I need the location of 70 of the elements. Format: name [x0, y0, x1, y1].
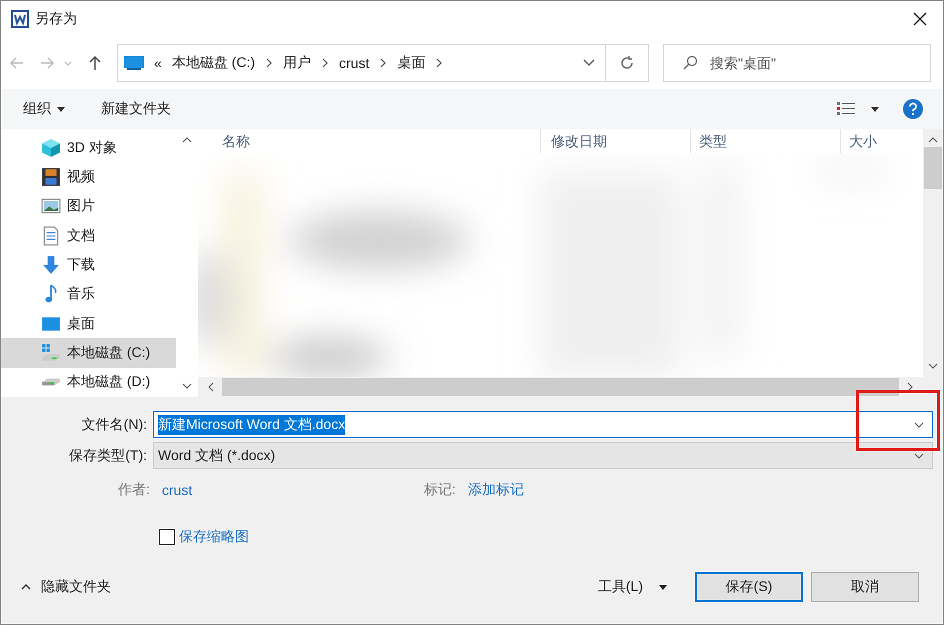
chevron-right-icon[interactable]	[321, 57, 330, 69]
up-arrow-icon[interactable]	[87, 55, 103, 71]
sidebar-item[interactable]: 下载	[1, 250, 176, 280]
document-icon	[41, 226, 61, 246]
scroll-up-icon[interactable]	[928, 137, 938, 143]
field-label: 作者:	[118, 481, 150, 499]
file-type-dropdown[interactable]: Word 文档 (*.docx)	[153, 442, 933, 469]
chevron-down-icon[interactable]	[583, 59, 595, 67]
field-label: 标记:	[424, 481, 456, 499]
window-title: 另存为	[35, 10, 78, 28]
sidebar-item[interactable]: 本地磁盘 (C:)	[1, 338, 176, 368]
scroll-down-icon[interactable]	[928, 363, 938, 369]
breadcrumb[interactable]: 桌面	[397, 54, 426, 72]
organize-menu-button[interactable]: 组织	[13, 96, 75, 122]
drive-icon	[41, 378, 61, 386]
hide-folders-button[interactable]: 隐藏文件夹	[15, 577, 117, 597]
drive-icon	[41, 342, 61, 363]
field-label: 文件名(N):	[80, 416, 148, 434]
scroll-up-icon[interactable]	[182, 137, 192, 143]
filename-field[interactable]: 新建Microsoft Word 文档.docx	[153, 411, 933, 438]
breadcrumb[interactable]: crust	[339, 55, 370, 71]
checkbox-label[interactable]: 保存缩略图	[179, 528, 249, 546]
sidebar-item[interactable]: 3D 对象	[1, 133, 176, 162]
search-icon	[682, 55, 698, 71]
sidebar-item[interactable]: 图片	[1, 192, 176, 221]
view-list-icon[interactable]	[837, 102, 855, 116]
caret-icon[interactable]	[871, 106, 879, 112]
cube-icon	[41, 138, 61, 158]
sidebar-item[interactable]: 音乐	[1, 280, 176, 309]
chevron-right-icon[interactable]	[379, 57, 388, 69]
tools-menu-button[interactable]: 工具(L)	[592, 577, 673, 597]
download-arrow-icon	[41, 254, 61, 275]
chevron-down-icon[interactable]	[914, 452, 924, 458]
sidebar-item[interactable]: 桌面	[1, 308, 176, 338]
scroll-thumb[interactable]	[924, 147, 942, 189]
monitor-icon	[124, 56, 144, 70]
scroll-left-icon[interactable]	[208, 382, 214, 392]
save-button[interactable]: 保存(S)	[695, 572, 803, 602]
chevron-down-icon[interactable]	[914, 422, 924, 428]
scroll-right-icon[interactable]	[907, 382, 913, 392]
cancel-button[interactable]: 取消	[811, 572, 919, 602]
search-field[interactable]: 搜索"桌面"	[663, 44, 931, 82]
search-input[interactable]: 搜索"桌面"	[708, 54, 930, 72]
sidebar-item[interactable]: 文档	[1, 220, 176, 250]
chevron-up-icon[interactable]	[21, 584, 31, 590]
new-folder-button[interactable]: 新建文件夹	[91, 96, 181, 122]
caret-icon[interactable]	[659, 584, 667, 590]
refresh-icon[interactable]	[619, 55, 635, 71]
horizontal-scrollbar[interactable]	[198, 377, 923, 397]
overflow-chevron[interactable]: «	[154, 55, 162, 71]
word-icon	[11, 10, 29, 28]
caret-icon[interactable]	[57, 106, 65, 112]
field-label: 保存类型(T):	[68, 446, 148, 464]
checkbox[interactable]	[159, 529, 175, 545]
breadcrumb[interactable]: 用户	[283, 54, 312, 72]
author-link[interactable]: crust	[162, 482, 362, 498]
scroll-thumb[interactable]	[222, 378, 899, 396]
scrollbar[interactable]	[923, 129, 943, 397]
close-icon[interactable]	[913, 12, 927, 26]
sidebar-item[interactable]: 视频	[1, 162, 176, 192]
scroll-down-icon[interactable]	[182, 383, 192, 389]
help-icon[interactable]	[903, 99, 923, 119]
sidebar-item[interactable]: 本地磁盘 (D:)	[1, 368, 176, 397]
breadcrumb[interactable]: 本地磁盘 (C:)	[172, 54, 256, 72]
column-header[interactable]: 大小	[841, 129, 923, 153]
film-icon	[41, 166, 61, 187]
add-tags-link[interactable]: 添加标记	[468, 481, 524, 499]
chevron-right-icon[interactable]	[435, 57, 444, 69]
chevron-right-icon[interactable]	[265, 57, 274, 69]
address-bar[interactable]: « 本地磁盘 (C:) 用户 crust 桌面	[117, 44, 649, 82]
